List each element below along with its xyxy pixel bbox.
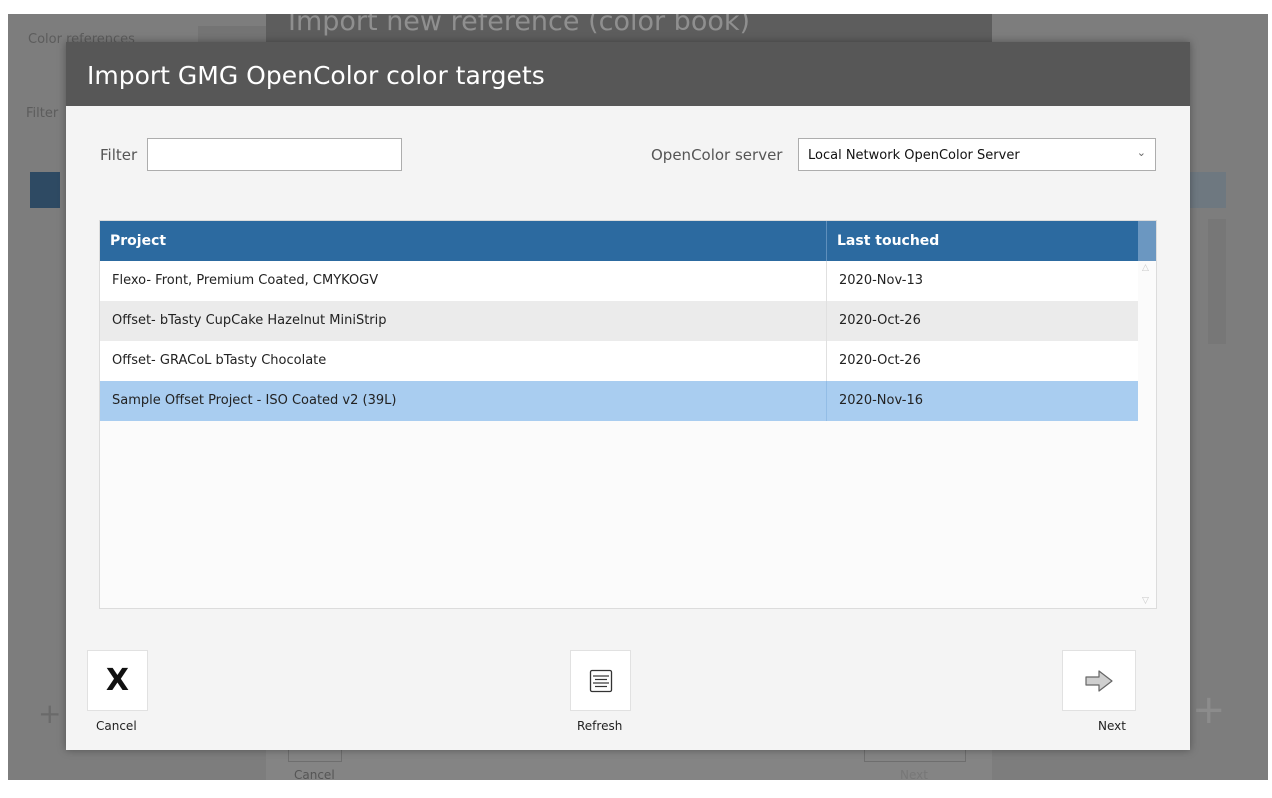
dialog-header: Import GMG OpenColor color targets xyxy=(66,42,1190,106)
table-row[interactable]: Offset- GRACoL bTasty Chocolate 2020-Oct… xyxy=(100,341,1138,381)
next-button[interactable] xyxy=(1062,650,1136,711)
dialog-title: Import GMG OpenColor color targets xyxy=(87,61,545,90)
background-import-icon: + xyxy=(38,697,62,730)
filter-label: Filter xyxy=(100,146,138,164)
background-cancel-button xyxy=(288,750,342,762)
table-header: Project Last touched xyxy=(100,221,1138,261)
cancel-button[interactable]: X xyxy=(87,650,148,711)
cell-last-touched: 2020-Oct-26 xyxy=(826,301,1138,341)
background-list-header xyxy=(30,172,60,208)
background-right-column xyxy=(1208,219,1226,344)
projects-table: Project Last touched △ ▽ Flexo- Front, P… xyxy=(99,220,1157,609)
import-dialog: Import GMG OpenColor color targets Filte… xyxy=(66,42,1190,750)
scroll-down-icon[interactable]: ▽ xyxy=(1142,596,1149,606)
refresh-list-icon xyxy=(589,669,612,692)
filter-input[interactable] xyxy=(147,138,402,171)
cell-project: Offset- GRACoL bTasty Chocolate xyxy=(112,353,327,368)
refresh-button[interactable] xyxy=(570,650,631,711)
table-row[interactable]: Offset- bTasty CupCake Hazelnut MiniStri… xyxy=(100,301,1138,341)
cell-project: Flexo- Front, Premium Coated, CMYKOGV xyxy=(112,273,379,288)
cell-last-touched: 2020-Oct-26 xyxy=(826,341,1138,381)
scrollbar[interactable]: △ ▽ xyxy=(1138,261,1156,608)
cell-project: Offset- bTasty CupCake Hazelnut MiniStri… xyxy=(112,313,387,328)
column-header-project[interactable]: Project xyxy=(100,221,826,261)
chevron-down-icon: ⌄ xyxy=(1136,146,1146,159)
background-right-header xyxy=(1186,172,1226,208)
server-select-value: Local Network OpenColor Server xyxy=(808,148,1020,163)
background-next-label: Next xyxy=(900,768,928,780)
scrollbar-header xyxy=(1138,221,1156,261)
cell-last-touched: 2020-Nov-13 xyxy=(826,261,1138,301)
background-cancel-label: Cancel xyxy=(294,768,335,780)
scroll-up-icon[interactable]: △ xyxy=(1142,263,1149,273)
background-plus-icon: + xyxy=(1192,687,1226,733)
background-dialog-title: Import new reference (color book) xyxy=(288,14,751,37)
background-next-button xyxy=(864,750,966,762)
cell-project: Sample Offset Project - ISO Coated v2 (3… xyxy=(112,393,397,408)
server-label: OpenColor server xyxy=(651,146,783,164)
arrow-right-icon xyxy=(1085,669,1113,692)
background-filter-label: Filter xyxy=(26,106,59,121)
cell-last-touched: 2020-Nov-16 xyxy=(826,381,1138,421)
table-row[interactable]: Flexo- Front, Premium Coated, CMYKOGV 20… xyxy=(100,261,1138,301)
column-header-last-touched[interactable]: Last touched xyxy=(826,221,1138,261)
table-row-selected[interactable]: Sample Offset Project - ISO Coated v2 (3… xyxy=(100,381,1138,421)
table-body: Flexo- Front, Premium Coated, CMYKOGV 20… xyxy=(100,261,1138,421)
server-select[interactable]: Local Network OpenColor Server ⌄ xyxy=(798,138,1156,171)
next-label[interactable]: Next xyxy=(1098,719,1126,733)
refresh-label[interactable]: Refresh xyxy=(577,719,622,733)
close-icon: X xyxy=(105,662,130,698)
cancel-label[interactable]: Cancel xyxy=(96,719,137,733)
